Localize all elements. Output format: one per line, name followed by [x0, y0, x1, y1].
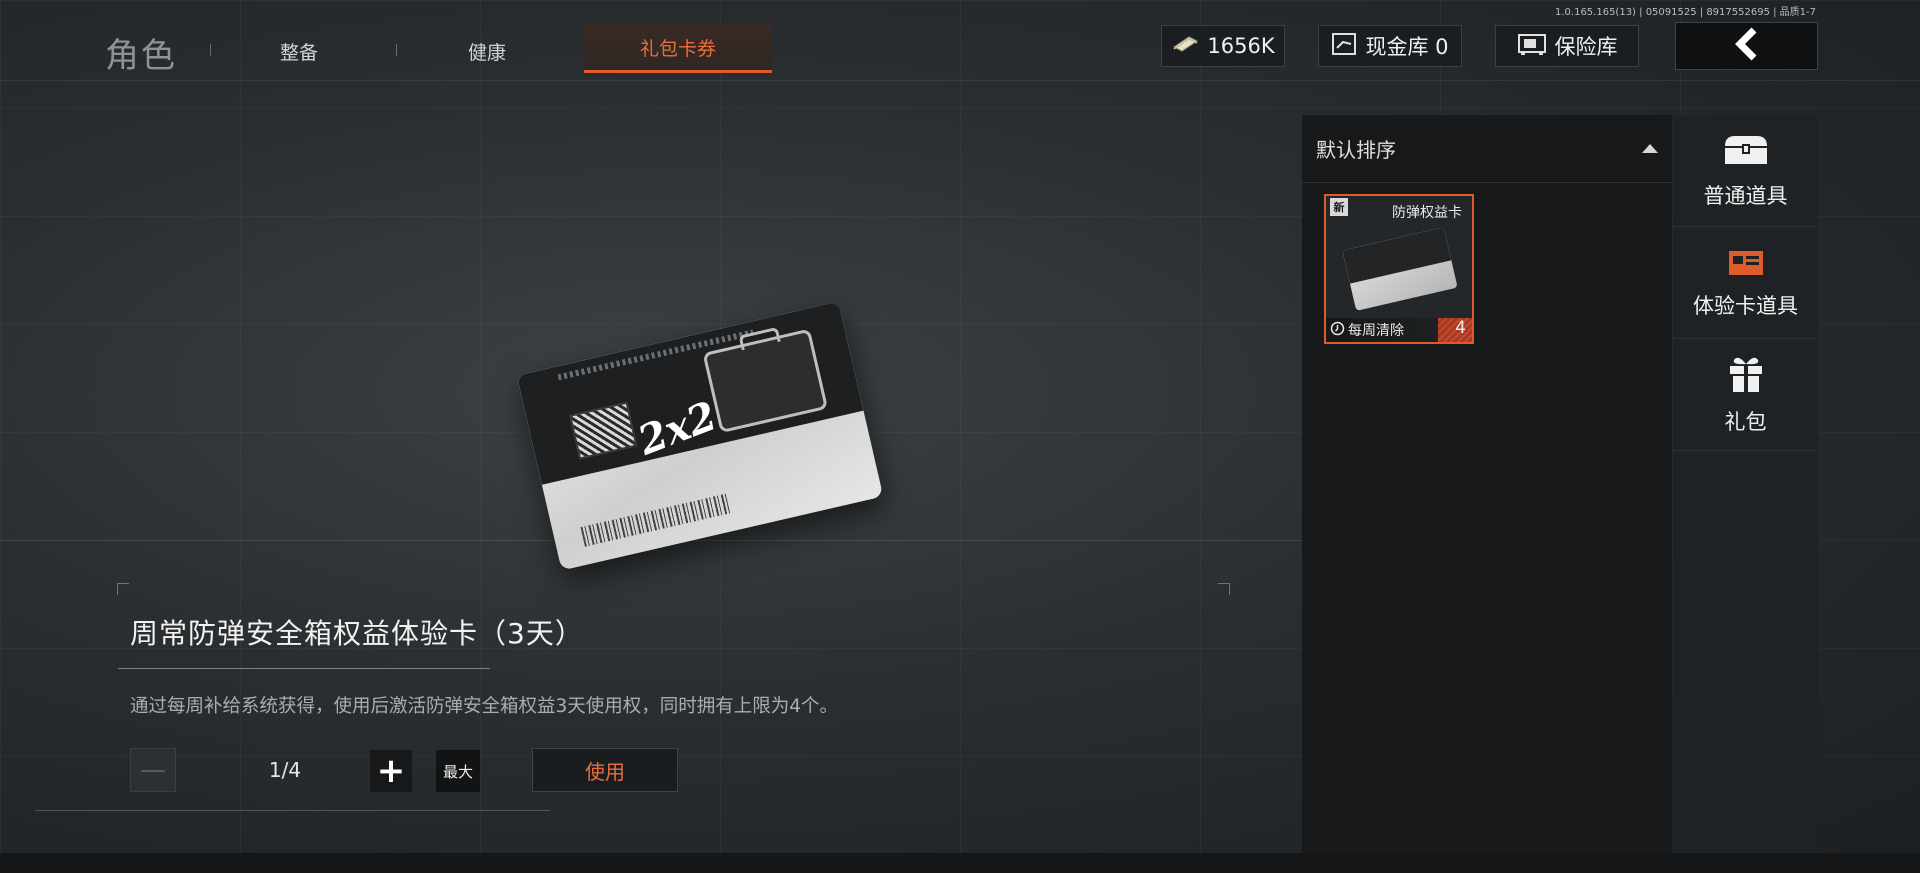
cash-icon — [1171, 33, 1199, 60]
inventory-item[interactable]: 新 防弹权益卡 每周清除 4 — [1324, 194, 1474, 344]
sort-label: 默认排序 — [1316, 138, 1396, 162]
inventory-item-name: 防弹权益卡 — [1392, 205, 1462, 221]
category-sidebar: 普通道具 体验卡道具 礼包 — [1673, 115, 1818, 855]
tab-gift-cards[interactable]: 礼包卡券 — [584, 25, 772, 73]
clock-icon — [1330, 321, 1345, 340]
category-trial-cards[interactable]: 体验卡道具 — [1673, 227, 1818, 339]
category-normal-items[interactable]: 普通道具 — [1673, 115, 1818, 227]
version-label: 1.0.165.165(13) | 05091525 | 8917552695 … — [1555, 7, 1816, 18]
frame-corner — [1218, 583, 1230, 595]
divider — [0, 80, 1920, 81]
money-amount: 1656K — [1207, 34, 1275, 58]
decrease-button[interactable]: — — [130, 748, 176, 792]
tab-separator — [210, 44, 211, 56]
tab-health[interactable]: 健康 — [468, 38, 506, 65]
max-button[interactable]: 最大 — [436, 750, 480, 792]
new-badge: 新 — [1330, 198, 1348, 216]
increase-button[interactable]: + — [370, 750, 412, 792]
category-gift-packs[interactable]: 礼包 — [1673, 339, 1818, 451]
back-button[interactable] — [1675, 22, 1818, 70]
item-description: 通过每周补给系统获得，使用后激活防弹安全箱权益3天使用权，同时拥有上限为4个。 — [130, 696, 839, 717]
vault-icon — [1331, 32, 1357, 61]
chest-icon — [1721, 132, 1771, 172]
cash-vault-label: 现金库 0 — [1365, 35, 1449, 59]
item-title: 周常防弹安全箱权益体验卡（3天） — [130, 617, 584, 650]
frame-corner — [117, 583, 129, 595]
chevron-up-icon — [1642, 144, 1658, 153]
title-underline — [118, 668, 490, 669]
safe-label: 保险库 — [1554, 35, 1618, 59]
gift-icon — [1726, 354, 1766, 398]
item-count: 4 — [1438, 318, 1472, 342]
money-display[interactable]: 1656K — [1161, 25, 1285, 67]
category-label: 礼包 — [1724, 409, 1767, 434]
tab-equip[interactable]: 整备 — [280, 38, 318, 65]
tab-gift-cards-label: 礼包卡券 — [639, 38, 716, 60]
quantity-value: 1/4 — [268, 758, 302, 782]
sort-dropdown[interactable]: 默认排序 — [1302, 115, 1672, 183]
chevron-left-icon — [1730, 27, 1764, 65]
safe-icon — [1517, 32, 1547, 61]
trial-card-icon — [1726, 246, 1766, 282]
tab-separator — [396, 44, 397, 56]
item-preview-card: 2x2 — [516, 301, 884, 571]
inventory-panel: 默认排序 新 防弹权益卡 每周清除 4 — [1302, 115, 1672, 855]
cash-vault-button[interactable]: 现金库 0 — [1318, 25, 1462, 67]
quantity-stepper: — 1/4 + 最大 使用 — [130, 748, 678, 792]
barcode-icon — [580, 493, 732, 547]
expiry-label: 每周清除 — [1348, 323, 1404, 339]
category-label: 普通道具 — [1703, 183, 1788, 208]
use-button[interactable]: 使用 — [532, 748, 678, 792]
safe-button[interactable]: 保险库 — [1495, 25, 1639, 67]
divider — [35, 810, 550, 811]
category-label: 体验卡道具 — [1693, 293, 1798, 318]
bottom-bar — [0, 853, 1920, 873]
tab-role[interactable]: 角色 — [105, 28, 177, 77]
item-thumbnail — [1342, 227, 1458, 311]
